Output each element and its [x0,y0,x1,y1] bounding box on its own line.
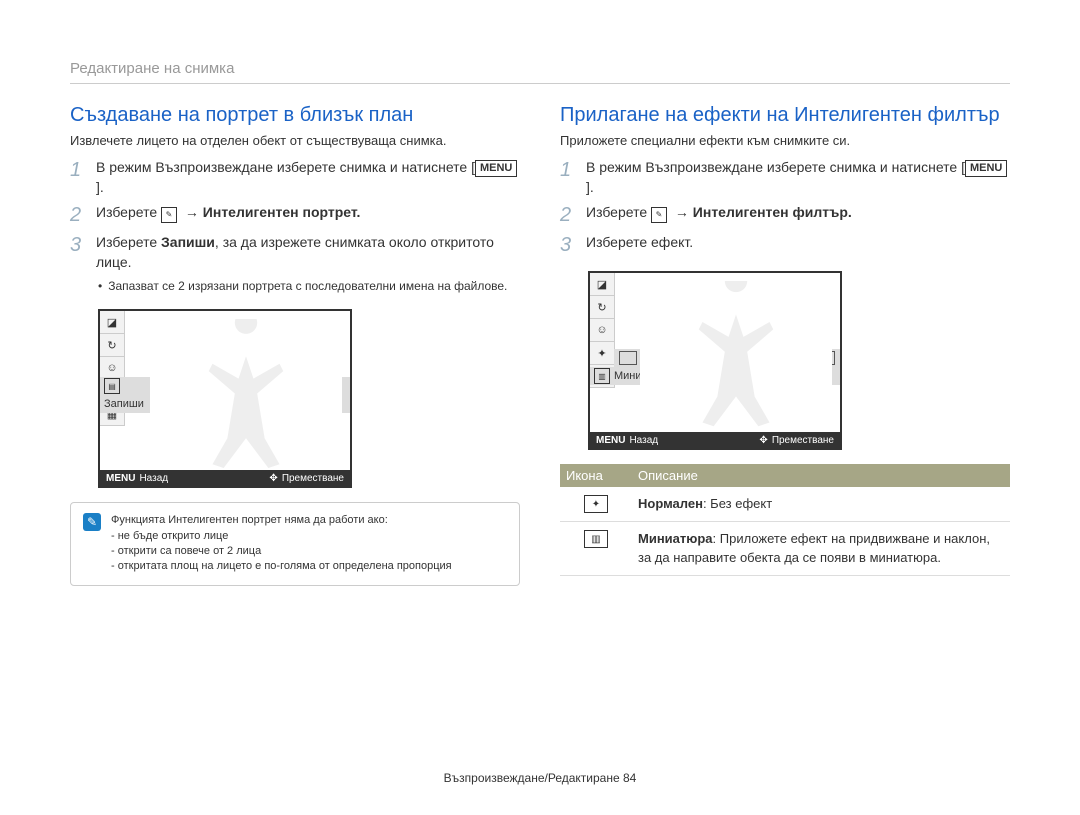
info-lines: Функцията Интелигентен портрет няма да р… [111,513,452,575]
left-bullet: Запазват се 2 изрязани портрета с послед… [98,278,520,295]
menu-button-label: MENU [475,160,517,177]
left-step-1: 1 В режим Възпроизвеждане изберете снимк… [70,158,520,197]
col-header-desc: Описание [632,464,1010,487]
column-left: Създаване на портрет в близък план Извле… [70,104,520,586]
left-section-title: Създаване на портрет в близък план [70,104,520,127]
text: Изберете [96,234,161,250]
step-number: 1 [560,158,576,197]
screenshot-label-text: Запиши [104,398,144,410]
info-note-box: ✎ Функцията Интелигентен портрет няма да… [70,502,520,586]
right-section-title: Прилагане на ефекти на Интелигентен филт… [560,104,1010,127]
text: В режим Възпроизвеждане изберете снимка … [96,159,475,175]
filter-thumb [619,351,637,365]
filter-icon: ✦ [590,342,614,365]
edit-mode-icon: ✎ [161,207,177,223]
back-label: Назад [629,435,658,446]
step-text: Изберете ✎ → Интелигентен филтър. [586,203,1010,227]
bullet-text: Запазват се 2 изрязани портрета с послед… [108,278,507,295]
note-icon: ✎ [83,513,101,531]
screenshot-footer: MENU Назад ✥ Преместване [100,470,350,486]
rotate-icon: ↻ [590,296,614,319]
menu-label: MENU [596,435,625,446]
column-right: Прилагане на ефекти на Интелигентен филт… [560,104,1010,586]
text: Изберете [96,204,161,220]
info-item: не бъде открито лице [111,529,452,544]
cell-icon: ✦ [560,487,632,521]
bold-text: → Интелигентен портрет. [185,204,361,220]
text: ]. [586,179,594,195]
bold-text: Миниатюра [638,531,713,546]
page-header: Редактиране на снимка [70,60,1010,84]
table-header: Икона Описание [560,464,1010,487]
resize-icon: ◪ [590,273,614,296]
step-number: 3 [560,233,576,257]
page-footer: Възпроизвеждане/Редактиране 84 [0,771,1080,785]
text: : Без ефект [703,496,772,511]
move-label: Преместване [282,473,344,484]
info-item: открити са повече от 2 лица [111,544,452,559]
screenshot-footer: MENU Назад ✥ Преместване [590,432,840,448]
step-text: Изберете Запиши, за да изрежете снимката… [96,233,520,272]
step-text: Изберете ефект. [586,233,1010,257]
back-label: Назад [139,473,168,484]
right-step-2: 2 Изберете ✎ → Интелигентен филтър. [560,203,1010,227]
menu-button-label: MENU [965,160,1007,177]
bold-text: Нормален [638,496,703,511]
info-title: Функцията Интелигентен портрет няма да р… [111,513,452,528]
columns: Създаване на портрет в близък план Извле… [70,104,1010,586]
step-text: В режим Възпроизвеждане изберете снимка … [96,158,520,197]
right-step-1: 1 В режим Възпроизвеждане изберете снимк… [560,158,1010,197]
rotate-icon: ↻ [100,334,124,357]
portrait-icon: ☺ [590,319,614,342]
resize-icon: ◪ [100,311,124,334]
right-subtitle: Приложете специални ефекти към снимките … [560,133,1010,148]
left-step-2: 2 Изберете ✎ → Интелигентен портрет. [70,203,520,227]
info-item: откритата площ на лицето е по-голяма от … [111,559,452,574]
edit-mode-icon: ✎ [651,207,667,223]
left-step-3: 3 Изберете Запиши, за да изрежете снимка… [70,233,520,272]
step-text: В режим Възпроизвеждане изберете снимка … [586,158,1010,197]
text: Изберете [586,204,651,220]
table-row: ✦ Нормален: Без ефект [560,487,1010,522]
cell-desc: Миниатюра: Приложете ефект на придвижван… [632,522,1010,574]
step-number: 2 [70,203,86,227]
step-number: 1 [70,158,86,197]
miniature-effect-icon: ▥ [584,530,608,548]
silhouette-image [150,319,342,468]
silhouette-image [640,281,832,430]
step-number: 2 [560,203,576,227]
right-camera-screenshot: ◪ ↻ ☺ ✦ ▦ ▥ Миниатюра [588,271,842,450]
left-camera-screenshot: ◪ ↻ ☺ ✦ ▦ ▤ Запиши MENU Назад ✥ Преместв… [98,309,352,488]
table-row: ▥ Миниатюра: Приложете ефект на придвижв… [560,522,1010,575]
move-label: Преместване [772,435,834,446]
menu-label: MENU [106,473,135,484]
col-header-icon: Икона [560,464,632,487]
left-subtitle: Извлечете лицето на отделен обект от същ… [70,133,520,148]
text: В режим Възпроизвеждане изберете снимка … [586,159,965,175]
step-number: 3 [70,233,86,272]
cell-icon: ▥ [560,522,632,556]
normal-effect-icon: ✦ [584,495,608,513]
step-text: Изберете ✎ → Интелигентен портрет. [96,203,520,227]
cell-desc: Нормален: Без ефект [632,487,1010,521]
bold-text: Запиши [161,234,215,250]
doc-icon: ▤ [104,378,120,394]
effects-table: Икона Описание ✦ Нормален: Без ефект ▥ М… [560,464,1010,576]
bold-text: → Интелигентен филтър. [675,204,852,220]
text: ]. [96,179,104,195]
miniature-icon: ▥ [594,368,610,384]
right-step-3: 3 Изберете ефект. [560,233,1010,257]
